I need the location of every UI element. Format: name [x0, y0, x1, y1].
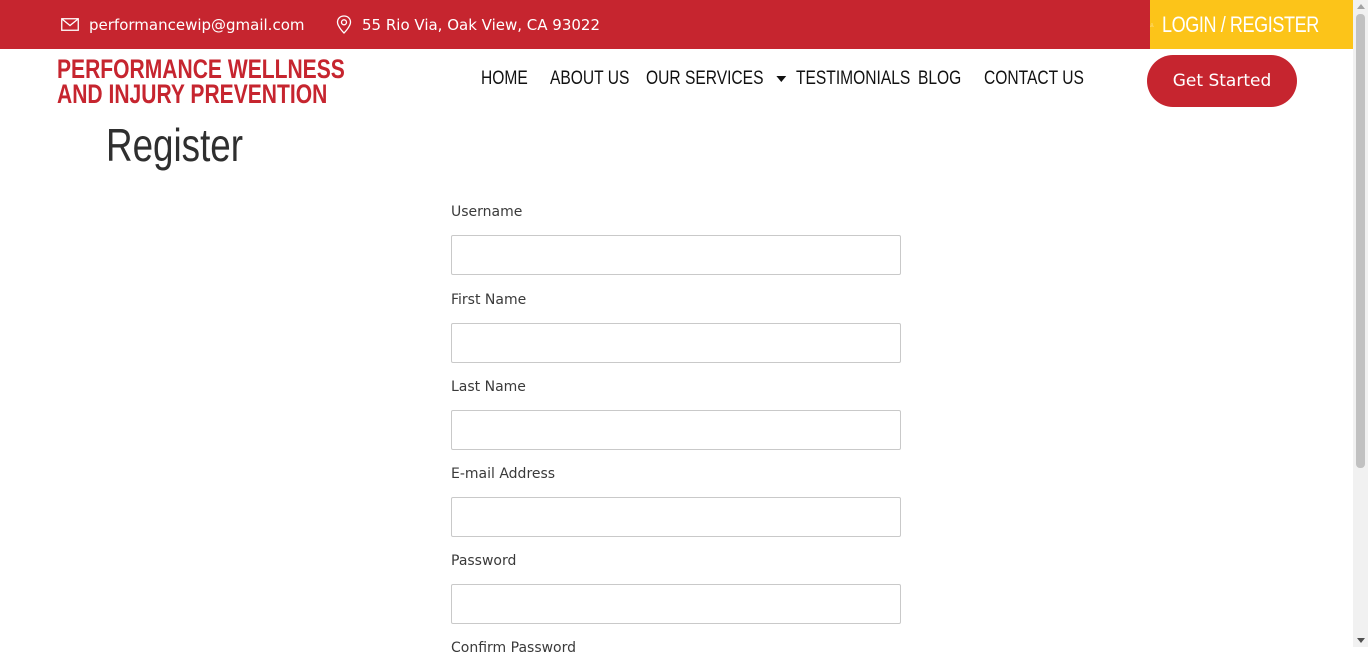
- scroll-down-arrow-icon[interactable]: [1357, 638, 1365, 643]
- site-logo[interactable]: PERFORMANCE WELLNESS AND INJURY PREVENTI…: [57, 56, 426, 109]
- nav-item-contact-us[interactable]: CONTACT US: [984, 68, 1084, 90]
- first-name-label: First Name: [451, 292, 527, 308]
- page-title: Register: [106, 119, 244, 171]
- nav-item-about-us[interactable]: ABOUT US: [550, 68, 629, 90]
- chevron-down-icon[interactable]: [776, 75, 787, 82]
- nav-label-about-us: ABOUT US: [550, 68, 630, 89]
- user-icon: [1150, 22, 1154, 27]
- confirm-password-label: Confirm Password: [451, 640, 577, 656]
- nav-label-blog: BLOG: [918, 68, 962, 89]
- first-name-input[interactable]: [451, 323, 901, 363]
- password-input[interactable]: [451, 584, 901, 624]
- username-label: Username: [451, 204, 523, 220]
- nav-label-testimonials: TESTIMONIALS: [796, 68, 911, 89]
- location-pin-icon: [336, 15, 352, 34]
- confirm-password-field-group: Confirm Password: [451, 640, 902, 656]
- first-name-field-group: First Name: [451, 292, 902, 363]
- username-field-group: Username: [451, 204, 902, 275]
- mail-icon: [61, 18, 79, 31]
- nav-item-blog[interactable]: BLOG: [918, 68, 961, 90]
- logo-line-2: AND INJURY PREVENTION: [57, 79, 328, 109]
- login-register-label: LOGIN / REGISTER: [1161, 11, 1319, 37]
- email-field-group: E-mail Address: [451, 466, 902, 537]
- email-text: performancewip@gmail.com: [89, 15, 305, 34]
- last-name-field-group: Last Name: [451, 379, 902, 450]
- nav-label-home: HOME: [481, 68, 528, 89]
- password-label: Password: [451, 553, 517, 569]
- email-contact[interactable]: performancewip@gmail.com: [61, 0, 305, 49]
- nav-item-testimonials[interactable]: TESTIMONIALS: [796, 68, 910, 90]
- scroll-up-arrow-icon[interactable]: [1357, 4, 1365, 9]
- page-scrollbar[interactable]: [1353, 0, 1368, 647]
- address-text: 55 Rio Via, Oak View, CA 93022: [362, 15, 601, 34]
- scrollbar-thumb[interactable]: [1356, 14, 1365, 468]
- get-started-button[interactable]: Get Started: [1147, 55, 1297, 107]
- nav-item-home[interactable]: HOME: [481, 68, 528, 90]
- login-register-link[interactable]: LOGIN / REGISTER: [1150, 0, 1353, 49]
- last-name-input[interactable]: [451, 410, 901, 450]
- address-contact[interactable]: 55 Rio Via, Oak View, CA 93022: [336, 0, 600, 49]
- nav-label-contact-us: CONTACT US: [984, 68, 1084, 89]
- nav-label-our-services: OUR SERVICES: [646, 68, 764, 89]
- last-name-label: Last Name: [451, 379, 526, 395]
- email-input[interactable]: [451, 497, 901, 537]
- password-field-group: Password: [451, 553, 902, 624]
- username-input[interactable]: [451, 235, 901, 275]
- email-label: E-mail Address: [451, 466, 556, 482]
- nav-item-our-services[interactable]: OUR SERVICES: [646, 68, 787, 90]
